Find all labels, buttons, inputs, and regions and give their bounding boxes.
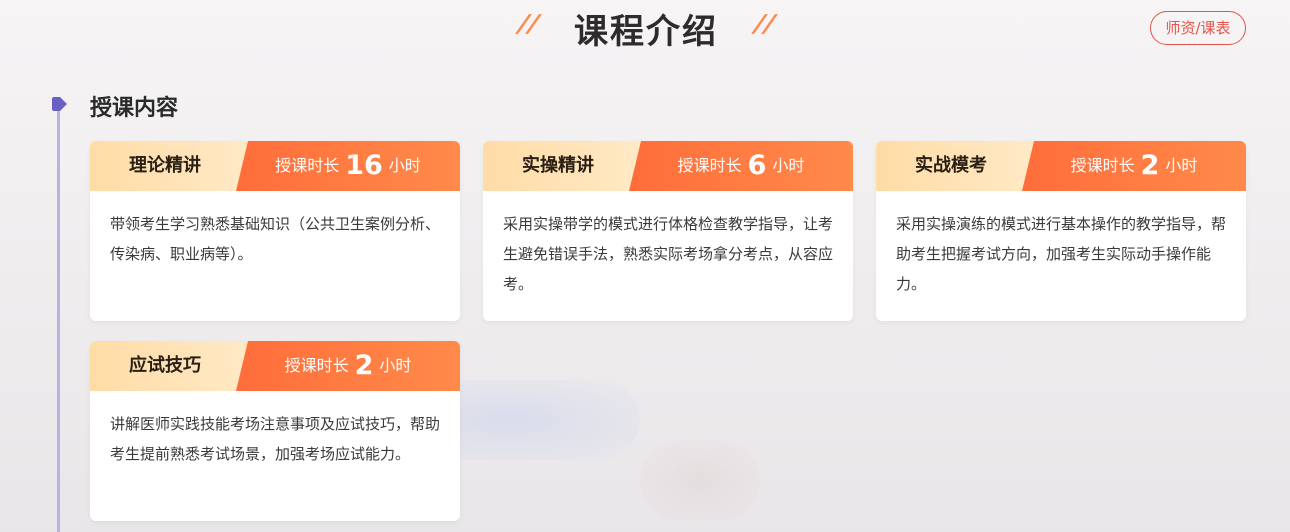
course-card-header: 实操精讲 授课时长 6 小时 xyxy=(483,141,853,191)
duration-unit: 小时 xyxy=(379,356,412,375)
duration-label: 授课时长 xyxy=(1070,156,1135,175)
background-decoration xyxy=(640,440,760,520)
course-description: 讲解医师实践技能考场注意事项及应试技巧，帮助考生提前熟悉考试场景，加强考场应试能… xyxy=(110,415,441,463)
course-name: 实操精讲 xyxy=(522,155,594,176)
course-card: 实战模考 授课时长 2 小时 采用实操演练的模式进行基本操作的教学指导，帮助考生把握… xyxy=(876,141,1246,321)
course-description: 带领考生学习熟悉基础知识（公共卫生案例分析、传染病、职业病等）。 xyxy=(110,215,441,263)
duration-hours: 6 xyxy=(747,150,767,181)
page-header: 课程介绍 师资/课表 xyxy=(0,0,1290,56)
course-duration: 授课时长 2 小时 xyxy=(236,341,460,391)
duration-unit: 小时 xyxy=(772,156,805,175)
course-duration: 授课时长 6 小时 xyxy=(629,141,853,191)
duration-label: 授课时长 xyxy=(275,156,340,175)
course-duration: 授课时长 2 小时 xyxy=(1022,141,1246,191)
timeline-line xyxy=(57,104,60,532)
duration-hours: 2 xyxy=(354,350,374,381)
section-title: 授课内容 xyxy=(90,96,179,121)
duration-unit: 小时 xyxy=(1165,156,1198,175)
duration-hours: 16 xyxy=(345,150,383,181)
course-card: 理论精讲 授课时长 16 小时 带领考生学习熟悉基础知识（公共卫生案例分析、传染病、… xyxy=(90,141,460,321)
course-card-header: 应试技巧 授课时长 2 小时 xyxy=(90,341,460,391)
course-name: 应试技巧 xyxy=(129,355,201,376)
page-title: 课程介绍 xyxy=(574,12,718,52)
duration-label: 授课时长 xyxy=(677,156,742,175)
timeline-marker-icon xyxy=(50,96,68,112)
course-description: 采用实操演练的模式进行基本操作的教学指导，帮助考生把握考试方向，加强考生实际动手… xyxy=(896,215,1227,293)
course-card: 应试技巧 授课时长 2 小时 讲解医师实践技能考场注意事项及应试技巧，帮助考生提前熟… xyxy=(90,341,460,521)
course-card: 实操精讲 授课时长 6 小时 采用实操带学的模式进行体格检查教学指导，让考生避免错误… xyxy=(483,141,853,321)
slash-decoration-icon xyxy=(750,14,780,36)
duration-unit: 小时 xyxy=(388,156,421,175)
course-name: 实战模考 xyxy=(915,155,987,176)
teachers-schedule-button[interactable]: 师资/课表 xyxy=(1150,11,1246,45)
course-name: 理论精讲 xyxy=(129,155,201,176)
duration-label: 授课时长 xyxy=(284,356,349,375)
course-card-header: 实战模考 授课时长 2 小时 xyxy=(876,141,1246,191)
course-description: 采用实操带学的模式进行体格检查教学指导，让考生避免错误手法，熟悉实际考场拿分考点… xyxy=(503,215,834,293)
duration-hours: 2 xyxy=(1140,150,1160,181)
course-card-header: 理论精讲 授课时长 16 小时 xyxy=(90,141,460,191)
slash-decoration-icon xyxy=(514,14,544,36)
course-duration: 授课时长 16 小时 xyxy=(236,141,460,191)
